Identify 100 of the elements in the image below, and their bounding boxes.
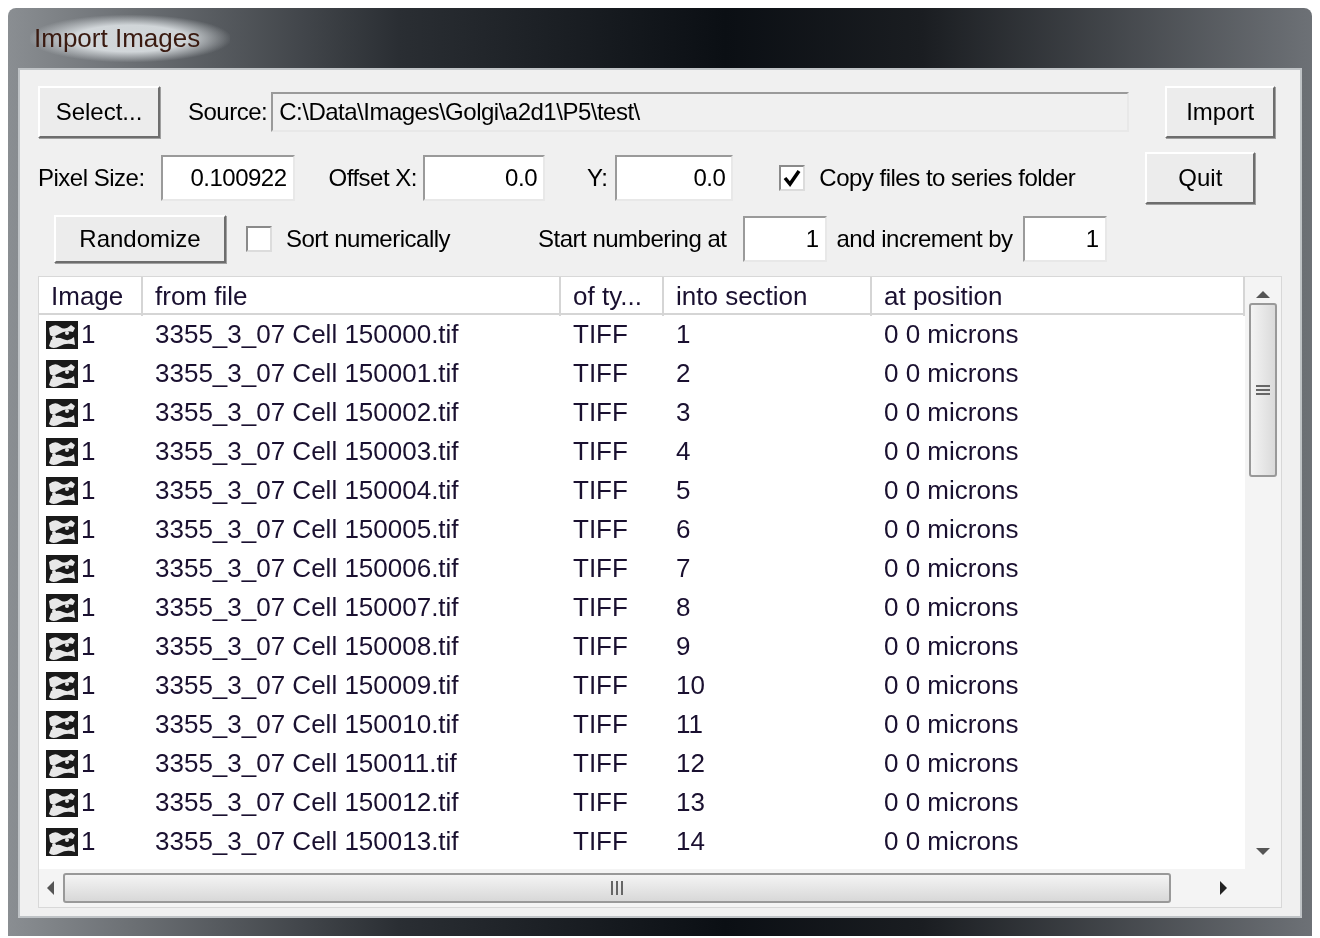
column-header[interactable]: Image [39,277,143,316]
image-icon [45,631,79,662]
image-number: 1 [81,552,96,585]
file-name-cell-text: 3355_3_07 Cell 150013.tif [154,825,460,858]
position-cell-text: 0 0 microns [883,513,1020,546]
scroll-left-icon[interactable] [45,880,55,896]
image-icon [45,748,79,779]
file-type-cell-text: TIFF [572,786,629,819]
position-cell-text: 0 0 microns [883,747,1020,780]
file-type-cell-text: TIFF [572,513,629,546]
file-name-cell-text: 3355_3_07 Cell 150008.tif [154,630,460,663]
section-cell-text: 6 [675,513,692,546]
file-type-cell-text: TIFF [572,708,629,741]
scroll-down-icon[interactable] [1255,847,1271,857]
file-type-cell-text: TIFF [572,630,629,663]
image-icon [45,436,79,467]
scroll-thumb[interactable] [1249,303,1277,477]
scroll-thumb[interactable] [63,873,1171,903]
position-cell-text: 0 0 microns [883,552,1020,585]
section-cell-text: 2 [675,357,692,390]
image-number: 1 [81,786,96,819]
section-cell-text: 8 [675,591,692,624]
scroll-up-icon[interactable] [1255,289,1271,299]
image-icon [45,475,79,506]
pixel-size-field[interactable]: 0.100922 [160,155,295,201]
section-cell-text: 11 [675,708,704,741]
source-field[interactable]: C:\Data\Images\Golgi\a2d1\P5\test\ [271,92,1130,132]
file-name-cell-text: 3355_3_07 Cell 150005.tif [154,513,460,546]
quit-button[interactable]: Quit [1145,152,1256,204]
file-name-cell-text: 3355_3_07 Cell 150009.tif [154,669,460,702]
start-numbering-label: Start numbering at [538,224,727,254]
file-name-cell-text: 3355_3_07 Cell 150012.tif [154,786,460,819]
image-icon [45,709,79,740]
file-name-cell-text: 3355_3_07 Cell 150004.tif [154,474,460,507]
file-name-cell-text: 3355_3_07 Cell 150010.tif [154,708,460,741]
file-name-cell-text: 3355_3_07 Cell 150003.tif [154,435,460,468]
file-name-cell-text: 3355_3_07 Cell 150007.tif [154,591,460,624]
image-number: 1 [81,357,96,390]
offset-x-field[interactable]: 0.0 [423,155,545,201]
position-cell-text: 0 0 microns [883,630,1020,663]
checkbox-label: Copy files to series folder [819,163,1076,193]
section-cell-text: 3 [675,396,692,429]
section-cell-text: 5 [675,474,692,507]
image-number: 1 [81,630,96,663]
select-button[interactable]: Select... [38,86,160,138]
source-label: Source: [188,97,268,127]
section-cell-text: 14 [675,825,706,858]
image-icon [45,787,79,818]
image-number: 1 [81,513,96,546]
file-type-cell-text: TIFF [572,552,629,585]
randomize-button[interactable]: Randomize [54,215,226,263]
image-number: 1 [81,396,96,429]
image-number: 1 [81,708,96,741]
column-header[interactable]: of ty... [561,277,664,316]
image-icon [45,397,79,428]
file-type-cell-text: TIFF [572,669,629,702]
file-type-cell-text: TIFF [572,357,629,390]
file-name-cell-text: 3355_3_07 Cell 150002.tif [154,396,460,429]
file-name-cell-text: 3355_3_07 Cell 150000.tif [154,318,460,351]
offset-y-label: Y: [587,163,608,193]
image-icon [45,670,79,701]
image-number: 1 [81,435,96,468]
pixel-size-label: Pixel Size: [38,163,145,193]
scroll-right-icon[interactable] [1219,880,1229,896]
file-type-cell-text: TIFF [572,318,629,351]
position-cell-text: 0 0 microns [883,708,1020,741]
section-cell-text: 12 [675,747,706,780]
column-header[interactable]: from file [143,277,561,316]
start-number-field[interactable]: 1 [742,216,827,262]
file-type-cell-text: TIFF [572,474,629,507]
section-cell-text: 4 [675,435,692,468]
image-icon [45,358,79,389]
position-cell-text: 0 0 microns [883,591,1020,624]
image-number: 1 [81,318,96,351]
position-cell-text: 0 0 microns [883,435,1020,468]
file-type-cell-text: TIFF [572,435,629,468]
window-title: Import Images [30,14,231,62]
file-type-cell-text: TIFF [572,747,629,780]
section-cell-text: 13 [675,786,706,819]
image-number: 1 [81,747,96,780]
position-cell-text: 0 0 microns [883,669,1020,702]
position-cell-text: 0 0 microns [883,396,1020,429]
checkbox[interactable] [779,165,806,191]
image-icon [45,514,79,545]
offset-y-field[interactable]: 0.0 [615,155,734,201]
file-name-cell-text: 3355_3_07 Cell 150011.tif [154,747,458,780]
file-name-cell-text: 3355_3_07 Cell 150006.tif [154,552,460,585]
position-cell-text: 0 0 microns [883,786,1020,819]
file-type-cell-text: TIFF [572,591,629,624]
section-cell-text: 9 [675,630,692,663]
checkbox[interactable] [246,226,272,252]
section-cell-text: 1 [675,318,692,351]
image-icon [45,553,79,584]
position-cell-text: 0 0 microns [883,318,1020,351]
image-number: 1 [81,474,96,507]
increment-field[interactable]: 1 [1022,216,1107,262]
column-header[interactable]: into section [664,277,872,316]
import-button[interactable]: Import [1165,86,1276,138]
position-cell-text: 0 0 microns [883,357,1020,390]
file-type-cell-text: TIFF [572,396,629,429]
